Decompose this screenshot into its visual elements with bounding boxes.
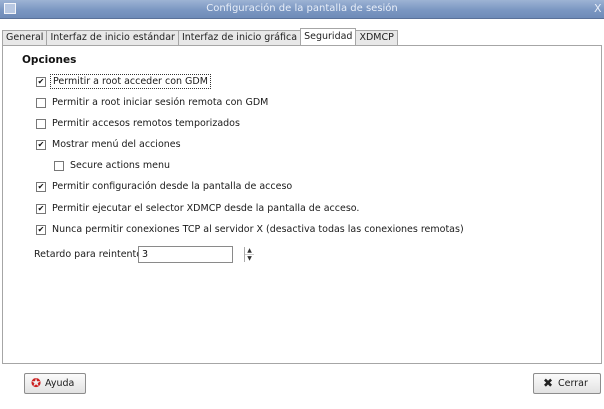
tab-standard-greeter[interactable]: Interfaz de inicio estándar (46, 30, 179, 45)
option-label: Permitir configuración desde la pantalla… (52, 181, 293, 192)
spinner-buttons[interactable]: ▲ ▼ (244, 247, 254, 262)
x-mark-icon: ✖ (542, 376, 554, 390)
retry-delay-input[interactable] (139, 247, 156, 262)
section-title-options: Opciones (22, 54, 77, 66)
help-button[interactable]: ✪ Ayuda (24, 373, 86, 394)
tab-graphical-greeter[interactable]: Interfaz de inicio gráfica (177, 30, 302, 45)
window-app-icon[interactable] (4, 3, 16, 14)
checkbox-config-from-login[interactable]: ✔ (36, 182, 46, 192)
checkbox-timed-remote-login[interactable] (36, 119, 46, 129)
option-label: Permitir a root acceder con GDM (50, 74, 211, 89)
lifebuoy-icon: ✪ (30, 376, 42, 390)
close-button-label: Cerrar (558, 378, 588, 389)
option-label: Permitir accesos remotos temporizados (52, 118, 240, 129)
arrow-down-icon[interactable]: ▼ (245, 255, 254, 262)
tab-security[interactable]: Seguridad (300, 28, 357, 45)
checkbox-xdmcp-chooser[interactable]: ✔ (36, 204, 46, 214)
option-label: Permitir ejecutar el selector XDMCP desd… (52, 203, 360, 214)
help-button-label: Ayuda (45, 378, 75, 389)
tab-bar: General Interfaz de inicio estándar Inte… (2, 28, 398, 45)
window-close-icon[interactable]: X (594, 1, 604, 16)
option-label: Permitir a root iniciar sesión remota co… (52, 97, 269, 108)
window-titlebar[interactable]: Configuración de la pantalla de sesión X (0, 0, 604, 19)
window-title: Configuración de la pantalla de sesión (206, 3, 398, 14)
option-label: Nunca permitir conexiones TCP al servido… (52, 224, 464, 235)
close-button[interactable]: ✖ Cerrar (533, 373, 601, 394)
checkbox-root-login[interactable]: ✔ (36, 77, 46, 87)
option-label: Mostrar menú del acciones (52, 139, 181, 150)
retry-delay-spinner[interactable]: ▲ ▼ (138, 246, 254, 263)
arrow-up-icon[interactable]: ▲ (245, 247, 254, 255)
checkbox-disallow-tcp[interactable]: ✔ (36, 225, 46, 235)
tab-xdmcp[interactable]: XDMCP (355, 30, 398, 45)
checkbox-secure-actions-menu[interactable] (54, 161, 64, 171)
checkbox-root-remote-login[interactable] (36, 98, 46, 108)
tab-general[interactable]: General (2, 30, 48, 45)
checkbox-show-actions-menu[interactable]: ✔ (36, 140, 46, 150)
option-label: Secure actions menu (70, 160, 171, 171)
